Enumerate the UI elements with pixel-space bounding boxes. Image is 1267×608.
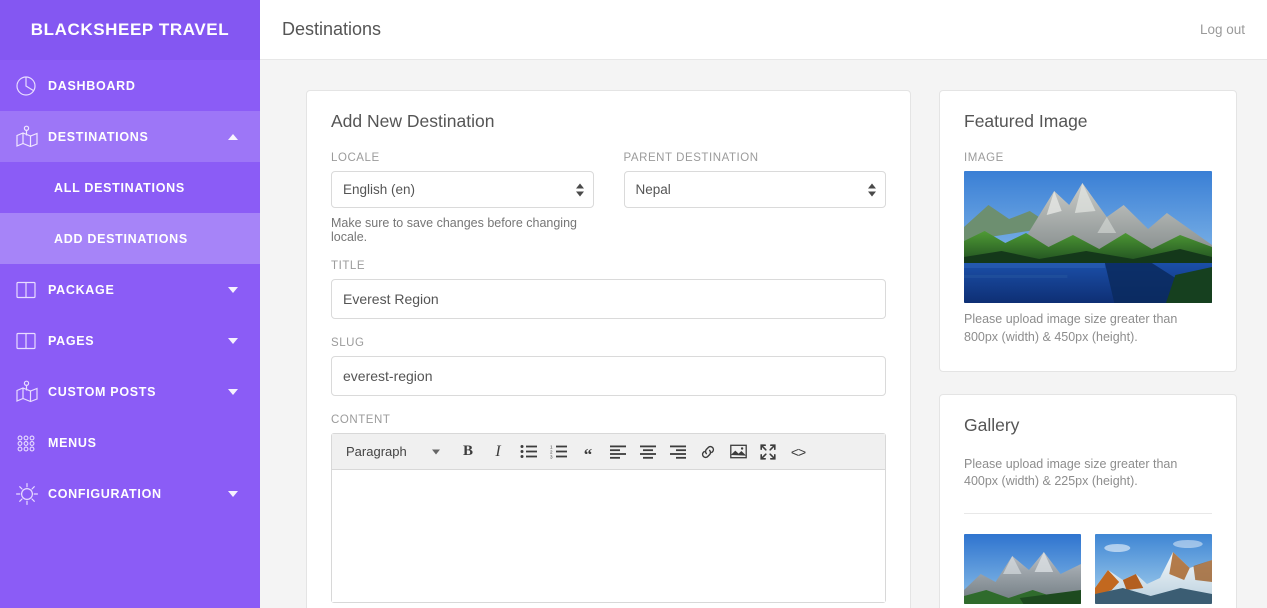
chevron-up-icon xyxy=(228,133,238,140)
code-icon[interactable]: <> xyxy=(784,438,812,466)
card-title: Gallery xyxy=(964,414,1020,435)
snow-peak-image xyxy=(1095,534,1212,604)
content-group: CONTENT Paragraph B I 1 2 3 “ <> xyxy=(331,414,886,603)
editor-content-area[interactable] xyxy=(332,470,885,602)
gallery-thumbnail[interactable] xyxy=(964,534,1081,604)
gallery-thumbnail[interactable] xyxy=(1095,534,1212,604)
title-group: TITLE xyxy=(331,260,886,319)
main-area: Destinations Log out Add New Destination… xyxy=(260,0,1267,608)
sidebar-item-label: DASHBOARD xyxy=(48,78,136,93)
gallery-divider xyxy=(964,513,1212,514)
card-title: Featured Image xyxy=(964,111,1088,131)
sidebar-item-label: CONFIGURATION xyxy=(48,486,162,501)
fullscreen-icon[interactable] xyxy=(754,438,782,466)
grey-peak-image xyxy=(964,534,1081,604)
chevron-down-icon xyxy=(228,490,238,497)
sidebar-subitem-label: ADD DESTINATIONS xyxy=(54,231,188,246)
chevron-down-icon xyxy=(228,388,238,395)
title-label: TITLE xyxy=(331,260,366,272)
sidebar-item-label: MENUS xyxy=(48,435,97,450)
brand-logo[interactable]: BLACKSHEEP TRAVEL xyxy=(0,0,260,60)
book-icon xyxy=(14,278,48,302)
slug-group: SLUG xyxy=(331,337,886,396)
featured-image-preview[interactable] xyxy=(964,171,1212,303)
featured-image-card: Featured Image IMAGE Please upload image… xyxy=(939,90,1237,372)
sidebar-item-package[interactable]: PACKAGE xyxy=(0,264,260,315)
locale-hint: Make sure to save changes before changin… xyxy=(331,216,577,244)
gallery-thumbnails xyxy=(964,534,1212,604)
italic-icon[interactable]: I xyxy=(484,438,512,466)
align-right-icon[interactable] xyxy=(664,438,692,466)
sidebar-item-dashboard[interactable]: DASHBOARD xyxy=(0,60,260,111)
parent-destination-group: PARENT DESTINATION Nepal xyxy=(623,152,886,244)
bullet-list-icon[interactable] xyxy=(514,438,542,466)
add-destination-card: Add New Destination LOCALE English (en) xyxy=(306,90,911,608)
slug-label: SLUG xyxy=(331,337,365,349)
chevron-down-icon xyxy=(432,449,440,454)
sidebar-item-destinations[interactable]: DESTINATIONS xyxy=(0,111,260,162)
sidebar-item-custom-posts[interactable]: CUSTOM POSTS xyxy=(0,366,260,417)
card-title: Add New Destination xyxy=(331,111,495,131)
sidebar: BLACKSHEEP TRAVEL DASHBOARD DESTINATIONS… xyxy=(0,0,260,608)
locale-group: LOCALE English (en) Make sure to save ch… xyxy=(331,152,594,244)
editor-toolbar: Paragraph B I 1 2 3 “ <> xyxy=(332,434,885,470)
link-icon[interactable] xyxy=(694,438,722,466)
chevron-down-icon xyxy=(228,337,238,344)
mountain-lake-image xyxy=(964,171,1212,303)
slug-input[interactable] xyxy=(331,356,886,396)
sidebar-item-label: PACKAGE xyxy=(48,282,115,297)
topbar: Destinations Log out xyxy=(260,0,1267,60)
map-pin-icon xyxy=(14,379,48,405)
locale-select[interactable]: English (en) xyxy=(331,171,594,208)
sidebar-item-configuration[interactable]: CONFIGURATION xyxy=(0,468,260,519)
sidebar-item-all-destinations[interactable]: ALL DESTINATIONS xyxy=(0,162,260,213)
pie-chart-icon xyxy=(14,74,48,98)
rich-text-editor: Paragraph B I 1 2 3 “ <> xyxy=(331,433,886,603)
app-root: BLACKSHEEP TRAVEL DASHBOARD DESTINATIONS… xyxy=(0,0,1267,608)
bold-icon[interactable]: B xyxy=(454,438,482,466)
chevron-down-icon xyxy=(228,286,238,293)
locale-label: LOCALE xyxy=(331,152,380,164)
sidebar-subitem-label: ALL DESTINATIONS xyxy=(54,180,185,195)
align-center-icon[interactable] xyxy=(634,438,662,466)
book-icon xyxy=(14,329,48,353)
featured-image-label: IMAGE xyxy=(964,152,1004,164)
sidebar-item-menus[interactable]: MENUS xyxy=(0,417,260,468)
content-label: CONTENT xyxy=(331,414,391,426)
form-column: Add New Destination LOCALE English (en) xyxy=(306,90,911,608)
side-column: Featured Image IMAGE Please upload image… xyxy=(939,90,1237,608)
title-input[interactable] xyxy=(331,279,886,319)
parent-destination-label: PARENT DESTINATION xyxy=(623,152,759,164)
gallery-card: Gallery Please upload image size greater… xyxy=(939,393,1237,608)
sidebar-item-add-destinations[interactable]: ADD DESTINATIONS xyxy=(0,213,260,264)
logout-link[interactable]: Log out xyxy=(1200,22,1245,37)
brand-name: BLACKSHEEP TRAVEL xyxy=(30,20,230,39)
gallery-caption: Please upload image size greater than 40… xyxy=(964,456,1178,489)
sidebar-nav: DASHBOARD DESTINATIONS ALL DESTINATIONS … xyxy=(0,60,260,608)
image-icon[interactable] xyxy=(724,438,752,466)
blockquote-icon[interactable]: “ xyxy=(574,438,602,466)
align-left-icon[interactable] xyxy=(604,438,632,466)
svg-text:3: 3 xyxy=(550,454,553,459)
format-select[interactable]: Paragraph xyxy=(338,439,446,465)
format-select-value: Paragraph xyxy=(346,444,407,459)
gear-icon xyxy=(14,481,48,507)
parent-destination-select[interactable]: Nepal xyxy=(623,171,886,208)
locale-parent-row: LOCALE English (en) Make sure to save ch… xyxy=(331,152,886,244)
page-title: Destinations xyxy=(282,19,382,39)
sidebar-item-pages[interactable]: PAGES xyxy=(0,315,260,366)
featured-image-caption: Please upload image size greater than 80… xyxy=(964,312,1178,344)
grid-dots-icon xyxy=(14,431,48,455)
sidebar-item-label: DESTINATIONS xyxy=(48,129,149,144)
content-area: Add New Destination LOCALE English (en) xyxy=(260,60,1267,608)
sidebar-item-label: CUSTOM POSTS xyxy=(48,384,157,399)
numbered-list-icon[interactable]: 1 2 3 xyxy=(544,438,572,466)
sidebar-item-label: PAGES xyxy=(48,333,95,348)
map-pin-icon xyxy=(14,124,48,150)
